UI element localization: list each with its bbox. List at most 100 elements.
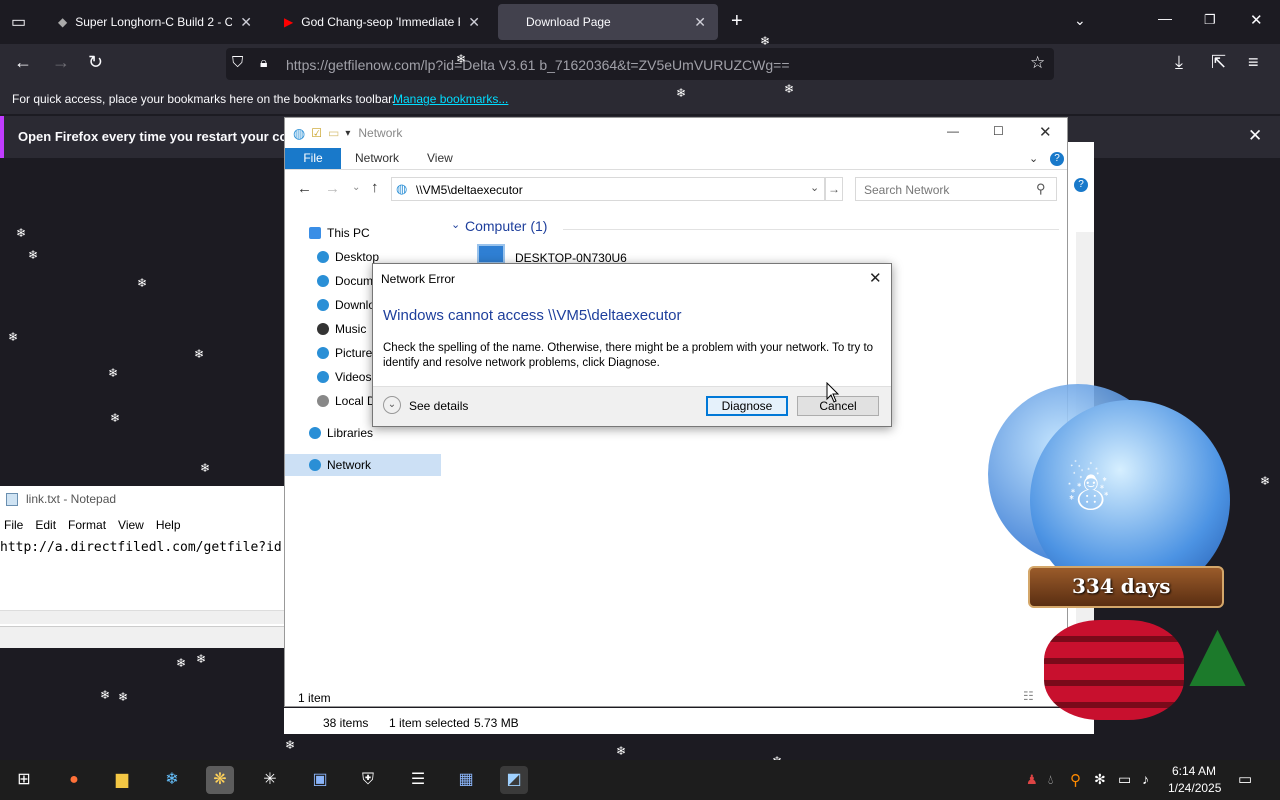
search-icon[interactable]: ⚲ bbox=[1036, 181, 1046, 197]
minimize-icon[interactable]: — bbox=[947, 124, 959, 138]
forward-icon[interactable]: → bbox=[325, 180, 340, 197]
app-icon[interactable]: ❋ bbox=[206, 766, 234, 794]
computer-icon bbox=[477, 244, 505, 264]
utility-icon[interactable]: ❄ bbox=[158, 766, 186, 794]
shield-app-icon[interactable]: ⛨ bbox=[354, 766, 382, 794]
new-tab-icon[interactable]: + bbox=[731, 10, 743, 33]
tray-search-icon[interactable]: ⚲ bbox=[1070, 771, 1081, 789]
notepad-app-icon[interactable]: ☰ bbox=[404, 766, 432, 794]
menu-file[interactable]: File bbox=[4, 518, 23, 536]
menu-help[interactable]: Help bbox=[156, 518, 181, 536]
nav-label: Desktop bbox=[335, 250, 380, 264]
restore-icon[interactable]: ❐ bbox=[1204, 12, 1216, 28]
infobar-close-icon[interactable]: ✕ bbox=[1248, 126, 1262, 146]
dialog-close-icon[interactable]: ✕ bbox=[869, 269, 882, 287]
file-explorer-icon[interactable]: ▆ bbox=[108, 766, 136, 794]
tab-close-icon[interactable]: ✕ bbox=[240, 14, 252, 31]
tab-file[interactable]: File bbox=[285, 148, 341, 169]
tab-close-icon[interactable]: ✕ bbox=[468, 14, 480, 31]
tab-super-longhorn[interactable]: ◆ Super Longhorn-C Build 2 - Cru ✕ bbox=[46, 4, 264, 40]
clock-time[interactable]: 6:14 AM bbox=[1172, 764, 1216, 778]
diagnose-button[interactable]: Diagnose bbox=[706, 396, 788, 416]
tab-download-page[interactable]: Download Page ✕ bbox=[498, 4, 718, 40]
notification-icon[interactable]: ▭ bbox=[1238, 770, 1252, 788]
reload-icon[interactable]: ↻ bbox=[88, 52, 103, 73]
notepad-icon bbox=[6, 493, 18, 506]
star-icon[interactable]: ☆ bbox=[1030, 53, 1045, 73]
recent-dropdown-icon[interactable]: ⌄ bbox=[352, 182, 360, 193]
start-icon[interactable]: ⊞ bbox=[10, 766, 38, 794]
tab-list-icon[interactable]: ▭ bbox=[11, 12, 26, 32]
network-error-dialog[interactable]: Network Error ✕ Windows cannot access \\… bbox=[372, 263, 892, 427]
status-item-count: 1 item bbox=[298, 691, 331, 705]
tab-god-chang-seop[interactable]: ▶ God Chang-seop 'Immediate R ✕ bbox=[272, 4, 492, 40]
monitor-app-icon[interactable]: ▣ bbox=[306, 766, 334, 794]
shield-icon[interactable]: ⛉ bbox=[232, 54, 243, 71]
clock-date[interactable]: 1/24/2025 bbox=[1168, 781, 1221, 795]
see-details-link[interactable]: See details bbox=[409, 399, 468, 413]
up-icon[interactable]: ↑ bbox=[371, 179, 379, 196]
url-bar[interactable]: ⛉ 🔒︎ https://getfilenow.com/lp?id=Delta … bbox=[226, 48, 1054, 80]
tray-volume-icon[interactable]: ♪ bbox=[1142, 771, 1149, 787]
quick-access-dropdown-icon[interactable]: ▾ bbox=[345, 128, 350, 139]
tray-drop-icon[interactable]: 💧︎ bbox=[1048, 772, 1053, 788]
item-count: 38 items bbox=[323, 716, 369, 730]
group-collapse-icon[interactable]: ⌄ bbox=[451, 218, 460, 231]
minimize-icon[interactable]: — bbox=[1158, 10, 1172, 26]
snowflake-icon: ❄ bbox=[118, 690, 129, 704]
new-folder-icon[interactable]: ▭ bbox=[328, 126, 339, 140]
extensions-icon[interactable]: ⇱ bbox=[1211, 52, 1226, 73]
chevron-down-icon[interactable]: ⌄ bbox=[1074, 12, 1086, 29]
nav-label: Libraries bbox=[327, 426, 374, 440]
ribbon-expand-icon[interactable]: ⌄ bbox=[1029, 152, 1038, 165]
help-icon[interactable]: ? bbox=[1074, 178, 1088, 192]
close-icon[interactable]: ✕ bbox=[1250, 11, 1263, 29]
back-icon[interactable]: ← bbox=[14, 52, 32, 73]
tray-person-icon[interactable]: ♟ bbox=[1026, 772, 1038, 788]
properties-icon[interactable]: ☑ bbox=[311, 126, 322, 140]
address-dropdown-icon[interactable]: ⌄ bbox=[810, 181, 819, 194]
tab-view[interactable]: View bbox=[413, 148, 467, 169]
christmas-tree-icon: ▲ bbox=[1170, 600, 1266, 707]
manage-bookmarks-link[interactable]: Manage bookmarks... bbox=[393, 92, 508, 106]
group-header[interactable]: Computer (1) bbox=[465, 218, 547, 234]
libraries-icon bbox=[309, 427, 321, 439]
snowflake-icon: ❄ bbox=[784, 82, 795, 96]
menu-format[interactable]: Format bbox=[68, 518, 106, 536]
notepad-window[interactable]: link.txt - Notepad File Edit Format View… bbox=[0, 486, 290, 648]
tab-close-icon[interactable]: ✕ bbox=[694, 14, 706, 31]
network-app-icon[interactable]: ◩ bbox=[500, 766, 528, 794]
tab-title: Super Longhorn-C Build 2 - Cru bbox=[75, 15, 233, 29]
downloads-icon[interactable]: ⤓ bbox=[1175, 52, 1183, 73]
search-input[interactable]: Search Network bbox=[864, 183, 949, 197]
help-icon[interactable]: ? bbox=[1050, 152, 1064, 166]
menu-view[interactable]: View bbox=[118, 518, 144, 536]
nav-label: This PC bbox=[327, 226, 370, 240]
see-details-toggle-icon[interactable]: ⌄ bbox=[383, 396, 401, 414]
back-icon[interactable]: ← bbox=[297, 180, 312, 197]
lock-icon[interactable]: 🔒︎ bbox=[260, 54, 267, 71]
notepad-menu: File Edit Format View Help bbox=[0, 514, 290, 536]
menu-edit[interactable]: Edit bbox=[35, 518, 56, 536]
snowflake-icon: ❄ bbox=[1260, 474, 1271, 488]
nav-network[interactable]: Network bbox=[285, 454, 441, 476]
forward-icon[interactable]: → bbox=[52, 52, 70, 73]
firefox-icon[interactable]: ● bbox=[60, 766, 88, 794]
horizontal-scrollbar[interactable] bbox=[0, 610, 290, 624]
snowman-icon: ☃ bbox=[1064, 462, 1113, 522]
maximize-icon[interactable]: ☐ bbox=[993, 124, 1004, 138]
close-icon[interactable]: ✕ bbox=[1039, 123, 1052, 141]
address-bar[interactable]: ◍ \\VM5\deltaexecutor ⌄ bbox=[391, 177, 825, 201]
control-panel-icon[interactable]: ▦ bbox=[452, 766, 480, 794]
tray-snow-icon[interactable]: ✻ bbox=[1094, 771, 1106, 788]
mouse-cursor-icon bbox=[826, 382, 840, 403]
tab-network[interactable]: Network bbox=[341, 148, 413, 169]
snow-globe-widget[interactable]: ☃ 334 days ▲ bbox=[984, 380, 1265, 750]
go-icon[interactable]: → bbox=[825, 177, 843, 201]
nav-this-pc[interactable]: This PC bbox=[285, 222, 441, 244]
notepad-text-area[interactable]: http://a.directfiledl.com/getfile?id bbox=[0, 536, 290, 555]
asterisk-app-icon[interactable]: ✳ bbox=[256, 766, 284, 794]
search-box[interactable]: Search Network ⚲ bbox=[855, 177, 1057, 201]
tray-network-icon[interactable]: ▭ bbox=[1118, 771, 1131, 788]
menu-icon[interactable]: ≡ bbox=[1248, 52, 1259, 73]
